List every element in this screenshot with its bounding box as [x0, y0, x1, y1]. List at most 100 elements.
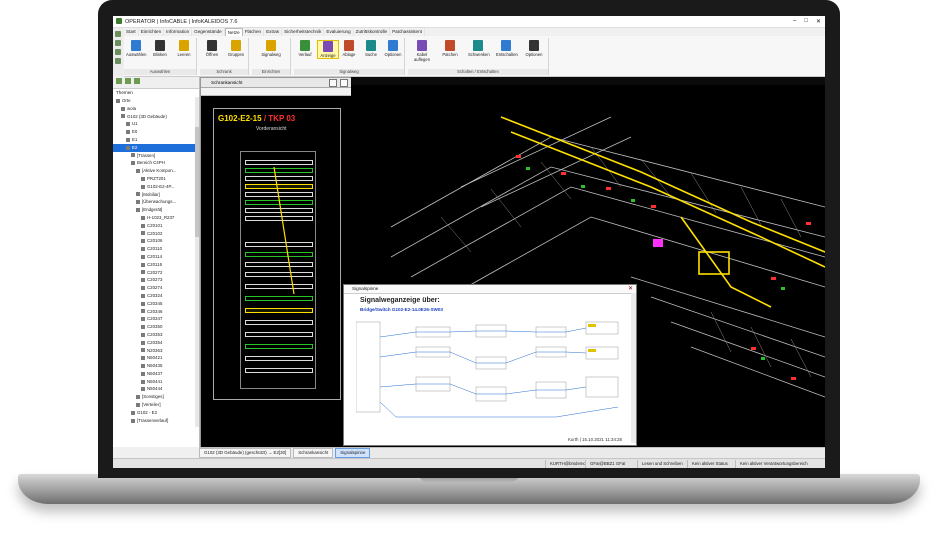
menu-item-6[interactable]: Extras	[264, 28, 283, 36]
tree-item[interactable]: H-1023_R237	[113, 214, 199, 222]
minimize-icon[interactable]: –	[793, 18, 796, 25]
tree-item[interactable]: [Endgerät]	[113, 206, 199, 214]
tree-node-icon	[116, 98, 120, 103]
ribbon-group-2: Signalweg Einrichten	[252, 38, 291, 75]
tree-item[interactable]: N50435	[113, 362, 199, 370]
tree-item[interactable]: N50444	[113, 385, 199, 393]
tree-item[interactable]: N50421	[113, 354, 199, 362]
tree-item-label: C20274	[147, 285, 163, 291]
ribbon-button-4-2[interactable]: Schwenken	[468, 40, 490, 57]
tree-node-icon	[141, 246, 145, 251]
menu-item-7[interactable]: Sicherheitstechnik	[282, 28, 325, 36]
quick-tool-icon[interactable]	[115, 31, 121, 37]
close-icon[interactable]: ✕	[816, 18, 821, 25]
tree-item[interactable]: PRZT201	[113, 175, 199, 183]
ribbon-button-0-2[interactable]: Leeren	[174, 40, 194, 57]
ribbon-button-4-4[interactable]: Optionen	[524, 40, 544, 57]
tree-item[interactable]: C20346	[113, 308, 199, 316]
tree-item-label: U1	[132, 121, 138, 127]
signal-window-title: Signalspinne	[352, 286, 379, 291]
ribbon-button-2-0[interactable]: Signalweg	[261, 40, 281, 57]
tree-item[interactable]: C20324	[113, 292, 199, 300]
tree-item[interactable]: E2	[113, 143, 199, 152]
tab-signalspinne[interactable]: Signalspinne	[335, 448, 371, 458]
tree-item[interactable]: N50441	[113, 378, 199, 386]
tree-item[interactable]: [Mobiliar]	[113, 191, 199, 199]
ribbon-button-3-3[interactable]: Suche	[361, 40, 381, 57]
minimize-icon[interactable]	[329, 79, 337, 87]
menu-item-0[interactable]: Start	[124, 28, 139, 36]
tree-item[interactable]: C20106	[113, 237, 199, 245]
tree-item[interactable]: N50437	[113, 370, 199, 378]
ribbon-button-3-0[interactable]: Verlauf	[295, 40, 315, 57]
ribbon-button-4-1[interactable]: Patchen	[440, 40, 460, 57]
tree-item[interactable]: Bereich C4PH	[113, 159, 199, 167]
close-icon[interactable]: ✕	[628, 285, 633, 293]
tree-item[interactable]: E0	[113, 128, 199, 136]
ribbon-button-4-3[interactable]: Entschalten	[496, 40, 518, 57]
menu-item-8[interactable]: Evaluierung	[324, 28, 354, 36]
quick-tool-icon[interactable]	[115, 40, 121, 46]
tree-item[interactable]: E1	[113, 136, 199, 144]
tree-tool-icon[interactable]	[116, 78, 122, 84]
tree-item[interactable]: [Trassen]	[113, 152, 199, 160]
tree-item[interactable]: G102-E2-4P...	[113, 183, 199, 191]
location-tab[interactable]: G102 (3D Gebäude) (geschützt) → E2[30]	[199, 448, 292, 458]
menu-item-3[interactable]: Gegenstände	[192, 28, 225, 36]
ribbon-button-1-0[interactable]: Öffnen	[202, 40, 222, 57]
tree-item[interactable]: C20354	[113, 339, 199, 347]
ribbon-button-0-0[interactable]: Auswählen	[126, 40, 147, 57]
maximize-icon[interactable]: □	[804, 18, 808, 25]
menu-item-2[interactable]: Information	[164, 28, 193, 36]
tree-item[interactable]: C20350	[113, 323, 199, 331]
tree-scrollbar[interactable]	[195, 97, 199, 427]
scrollbar-thumb[interactable]	[195, 127, 199, 237]
restore-icon[interactable]	[340, 79, 348, 87]
tree-item[interactable]: C20345	[113, 300, 199, 308]
highlighted-device[interactable]	[653, 239, 663, 247]
ribbon-button-3-4[interactable]: Optionen	[383, 40, 403, 57]
tree-item[interactable]: C20114	[113, 253, 199, 261]
tab-schrankansicht[interactable]: Schrankansicht	[293, 448, 334, 458]
cabinet-window-title: Schrankansicht	[211, 80, 243, 85]
tree-item[interactable]: C20110	[113, 245, 199, 253]
ribbon-button-3-1[interactable]: Anzeige	[317, 40, 339, 59]
tree-item[interactable]: C20272	[113, 269, 199, 277]
tree-item[interactable]: [Überwachungs...	[113, 198, 199, 206]
quick-tool-icon[interactable]	[115, 49, 121, 55]
menu-item-1[interactable]: Einrichten	[139, 28, 165, 36]
tree-item[interactable]: Orte	[113, 97, 199, 105]
ribbon-button-0-1[interactable]: Blinken	[150, 40, 170, 57]
tree-item-label: E0	[132, 129, 138, 135]
tree-item[interactable]: C20347	[113, 315, 199, 323]
tree-item[interactable]: [Aktive Kompon...	[113, 167, 199, 175]
tree-item[interactable]: C20274	[113, 284, 199, 292]
tree-tool-icon[interactable]	[134, 78, 140, 84]
menu-item-4[interactable]: Netze	[224, 28, 243, 36]
signal-line	[273, 166, 295, 295]
tree-item[interactable]: C20273	[113, 276, 199, 284]
menu-item-10[interactable]: Patchassistent	[390, 28, 425, 36]
tree-item[interactable]: C20102	[113, 230, 199, 238]
menu-item-9[interactable]: Zutrittskontrolle	[354, 28, 391, 36]
ribbon-button-4-0[interactable]: Kabel auflegen	[412, 40, 432, 62]
tree-item[interactable]: [Trassenverlauf]	[113, 417, 199, 425]
menu-item-5[interactable]: Flächen	[243, 28, 265, 36]
signal-window-scrollbar[interactable]	[631, 293, 636, 443]
ribbon-button-3-2[interactable]: Ablage	[339, 40, 359, 57]
tree-item[interactable]: C20101	[113, 222, 199, 230]
tree-item[interactable]: C20115	[113, 261, 199, 269]
tree-tool-icon[interactable]	[125, 78, 131, 84]
quick-tool-icon[interactable]	[115, 58, 121, 64]
tree-item[interactable]: [Sonstiges]	[113, 393, 199, 401]
tree-item[interactable]: G102 - E2	[113, 409, 199, 417]
tree-item[interactable]: wola	[113, 105, 199, 113]
signal-path-diagram[interactable]	[356, 317, 626, 427]
ribbon-button-1-1[interactable]: Gruppen	[226, 40, 246, 57]
tree-item[interactable]: G102 (3D Gebäude)	[113, 113, 199, 121]
tree-item[interactable]: U1	[113, 120, 199, 128]
tree-item[interactable]: C20353	[113, 331, 199, 339]
tree-item-label: C20106	[147, 238, 163, 244]
tree-item[interactable]: [Verteiler]	[113, 401, 199, 409]
tree-item[interactable]: N20363	[113, 347, 199, 355]
